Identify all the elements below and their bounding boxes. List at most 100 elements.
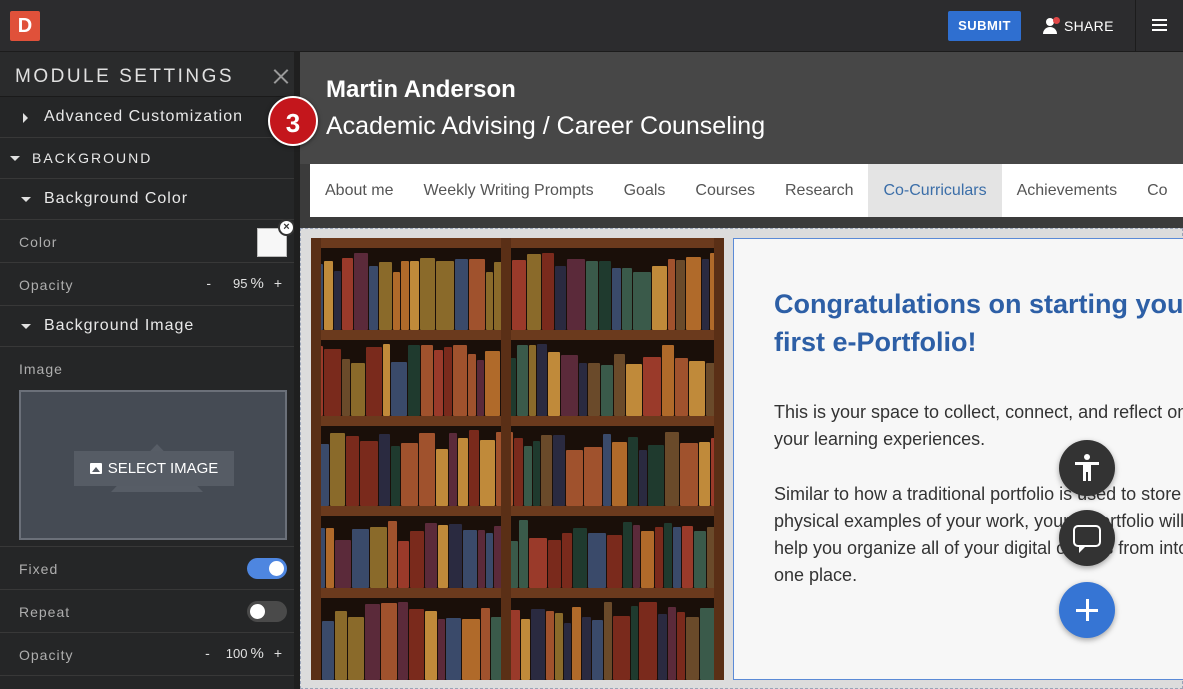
- book-spine: [391, 446, 400, 506]
- welcome-card[interactable]: Congratulations on starting your first e…: [733, 238, 1183, 680]
- portfolio-header: Martin Anderson Academic Advising / Care…: [300, 52, 1183, 164]
- caret-down-icon: [10, 156, 20, 161]
- nav-tab[interactable]: Research: [770, 164, 868, 217]
- book-spine: [622, 268, 632, 330]
- background-color-section[interactable]: Background Color: [0, 179, 294, 220]
- book-spine: [673, 527, 681, 588]
- book-spine: [401, 443, 418, 506]
- image-dropzone[interactable]: SELECT IMAGE: [19, 390, 287, 540]
- book-spine: [527, 254, 541, 330]
- book-spine: [366, 347, 382, 416]
- book-spine: [388, 521, 397, 588]
- book-spine: [626, 364, 642, 416]
- module-settings-panel: MODULE SETTINGS Advanced Customization B…: [0, 52, 294, 689]
- color-opacity-stepper: - 95 % +: [206, 275, 282, 292]
- book-spine: [421, 345, 433, 416]
- opacity-label: Opacity: [19, 647, 74, 663]
- submit-button[interactable]: SUBMIT: [948, 11, 1021, 41]
- caret-right-icon: [23, 113, 28, 123]
- book-spine: [463, 530, 477, 588]
- book-spine: [369, 266, 378, 330]
- nav-tab[interactable]: Goals: [609, 164, 681, 217]
- book-spine: [675, 358, 688, 416]
- background-section-header[interactable]: BACKGROUND: [0, 138, 294, 179]
- book-spine: [676, 260, 685, 330]
- book-spine: [677, 612, 685, 680]
- shelf-board: [311, 238, 724, 248]
- module-area[interactable]: Congratulations on starting your first e…: [300, 228, 1183, 689]
- book-spine: [446, 618, 461, 680]
- book-spine: [648, 445, 664, 506]
- share-button[interactable]: SHARE: [1042, 11, 1114, 41]
- share-person-icon: [1042, 17, 1060, 35]
- opacity-value[interactable]: 100: [226, 646, 248, 661]
- book-spine: [438, 619, 445, 680]
- increment-button[interactable]: +: [274, 275, 282, 291]
- book-spine: [689, 361, 705, 416]
- book-spine: [548, 352, 560, 416]
- welcome-paragraph-2: Similar to how a traditional portfolio i…: [774, 484, 1183, 585]
- welcome-paragraph-1: This is your space to collect, connect, …: [774, 402, 1183, 449]
- book-spine: [584, 447, 602, 506]
- book-spine: [592, 620, 603, 680]
- book-spine: [512, 260, 526, 330]
- background-image-section[interactable]: Background Image: [0, 306, 294, 347]
- book-spine: [680, 443, 698, 506]
- nav-tab[interactable]: Co-Curriculars: [868, 164, 1002, 217]
- book-spine: [668, 607, 676, 680]
- image-label-row: Image: [0, 347, 294, 390]
- book-spine: [354, 253, 368, 330]
- book-spine: [542, 253, 554, 330]
- book-spine: [519, 520, 528, 588]
- nav-tab[interactable]: Courses: [680, 164, 770, 217]
- book-spine: [481, 608, 490, 680]
- book-spine: [567, 259, 585, 330]
- book-spine: [383, 344, 390, 416]
- book-spine: [409, 609, 424, 680]
- book-spine: [360, 441, 378, 506]
- chat-button[interactable]: [1059, 510, 1115, 566]
- image-label: Image: [19, 361, 63, 377]
- nav-tab[interactable]: Co: [1132, 164, 1182, 217]
- book-spine: [342, 359, 350, 416]
- app-logo[interactable]: D: [10, 11, 40, 41]
- book-spine: [555, 266, 566, 330]
- book-spine: [623, 522, 632, 588]
- repeat-toggle[interactable]: [247, 601, 287, 622]
- add-button[interactable]: [1059, 582, 1115, 638]
- portfolio-nav: About me Weekly Writing Prompts Goals Cours…: [310, 164, 1183, 217]
- book-spine: [612, 442, 627, 506]
- increment-button[interactable]: +: [274, 645, 282, 661]
- nav-tab[interactable]: About me: [310, 164, 408, 217]
- book-spine: [702, 259, 709, 330]
- close-icon[interactable]: [273, 68, 290, 85]
- nav-tab[interactable]: Weekly Writing Prompts: [408, 164, 608, 217]
- opacity-value[interactable]: 95: [233, 276, 247, 291]
- book-spine: [633, 272, 651, 330]
- select-image-button[interactable]: SELECT IMAGE: [74, 451, 234, 486]
- book-spine: [521, 619, 530, 680]
- book-spine: [410, 261, 419, 330]
- book-spine: [553, 435, 565, 506]
- book-spine: [548, 540, 561, 588]
- book-spine: [613, 616, 630, 680]
- book-spine: [631, 606, 638, 680]
- shelf-board: [311, 416, 724, 426]
- book-spine: [425, 611, 437, 680]
- book-spine: [398, 602, 408, 680]
- clear-color-icon[interactable]: ×: [278, 219, 294, 236]
- decrement-button[interactable]: -: [206, 275, 211, 291]
- book-spine: [352, 529, 369, 588]
- hamburger-icon[interactable]: [1152, 19, 1167, 31]
- book-spine: [478, 530, 485, 588]
- book-spine: [665, 432, 679, 506]
- fixed-toggle[interactable]: [247, 558, 287, 579]
- nav-tab[interactable]: Achievements: [1002, 164, 1133, 217]
- book-spine: [639, 602, 657, 680]
- advanced-customization-row[interactable]: Advanced Customization: [0, 97, 294, 138]
- decrement-button[interactable]: -: [205, 645, 210, 661]
- accessibility-button[interactable]: [1059, 440, 1115, 496]
- book-spine: [425, 523, 437, 588]
- shelf-board: [311, 588, 724, 598]
- step-number-badge: 3: [268, 96, 318, 146]
